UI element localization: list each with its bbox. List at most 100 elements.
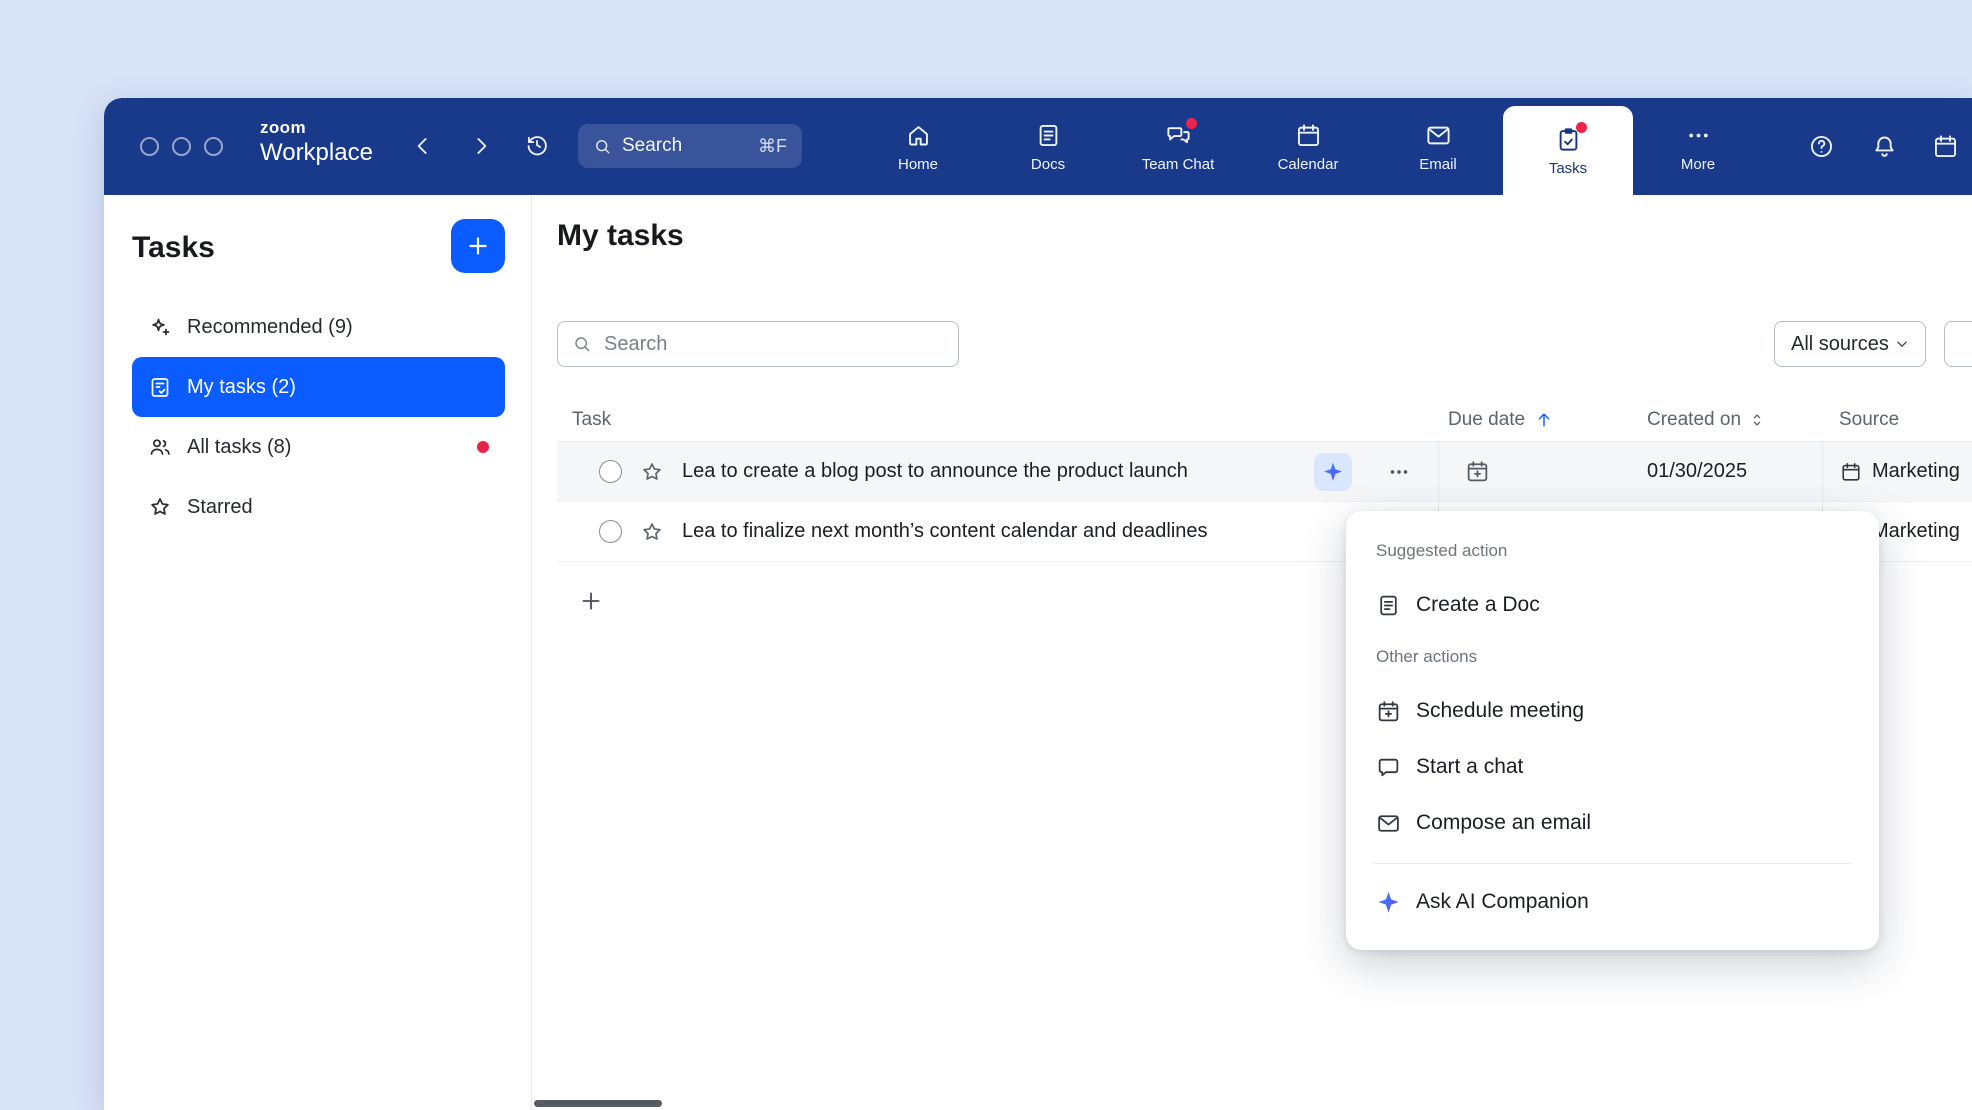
sort-ascending-icon xyxy=(1534,410,1554,430)
notifications-button[interactable] xyxy=(1871,133,1898,160)
nav-docs[interactable]: Docs xyxy=(983,98,1113,195)
top-bar: zoom Workplace Search ⌘F Home xyxy=(104,98,1972,195)
star-icon[interactable] xyxy=(640,460,664,484)
history-icon xyxy=(524,132,550,158)
people-icon xyxy=(148,435,172,459)
help-icon xyxy=(1808,133,1835,160)
sparkle-icon xyxy=(148,315,172,339)
global-search[interactable]: Search ⌘F xyxy=(578,124,802,168)
sidebar-item-starred[interactable]: Starred xyxy=(132,477,505,537)
calendar-plus-icon xyxy=(1376,699,1401,724)
menu-create-doc[interactable]: Create a Doc xyxy=(1346,577,1879,633)
complete-task-checkbox[interactable] xyxy=(599,520,622,543)
workplace-wordmark: Workplace xyxy=(260,141,373,165)
window-control-minimize[interactable] xyxy=(172,137,191,156)
window-control-maximize[interactable] xyxy=(204,137,223,156)
menu-start-chat[interactable]: Start a chat xyxy=(1346,739,1879,795)
help-button[interactable] xyxy=(1808,133,1835,160)
nav-calendar[interactable]: Calendar xyxy=(1243,98,1373,195)
sources-filter[interactable]: All sources xyxy=(1774,321,1926,367)
task-list-icon xyxy=(148,375,172,399)
task-title[interactable]: Lea to create a blog post to announce th… xyxy=(682,460,1296,483)
calendar-icon xyxy=(1840,461,1862,483)
sidebar-title: Tasks xyxy=(132,219,505,265)
forward-button[interactable] xyxy=(468,133,494,159)
clipped-filter-control[interactable] xyxy=(1944,321,1972,367)
menu-ask-ai-companion[interactable]: Ask AI Companion xyxy=(1346,874,1879,930)
nav-more-label: More xyxy=(1681,156,1715,173)
sidebar-header: Tasks xyxy=(132,219,505,283)
team-chat-badge xyxy=(1186,118,1197,129)
star-icon xyxy=(148,495,172,519)
row-more-button[interactable] xyxy=(1386,459,1412,485)
doc-icon xyxy=(1376,593,1401,618)
email-icon xyxy=(1376,811,1401,836)
table-header-row: Task Due date Created on Source xyxy=(557,398,1972,442)
nav-docs-label: Docs xyxy=(1031,156,1065,173)
due-date-cell[interactable] xyxy=(1438,442,1628,501)
zoom-logo: zoom xyxy=(260,119,373,136)
home-icon xyxy=(905,122,932,149)
window-control-close[interactable] xyxy=(140,137,159,156)
history-button[interactable] xyxy=(524,132,550,158)
task-search-input[interactable] xyxy=(602,332,944,357)
app-brand: zoom Workplace xyxy=(260,119,373,165)
more-icon xyxy=(1685,122,1712,149)
horizontal-scrollbar[interactable] xyxy=(534,1100,662,1107)
task-row[interactable]: Lea to create a blog post to announce th… xyxy=(557,442,1972,502)
nav-team-chat[interactable]: Team Chat xyxy=(1113,98,1243,195)
mini-calendar-button[interactable] xyxy=(1932,133,1959,160)
email-icon xyxy=(1425,122,1452,149)
add-task-button[interactable] xyxy=(578,588,604,614)
chat-icon xyxy=(1376,755,1401,780)
nav-home-label: Home xyxy=(898,156,938,173)
tasks-sidebar: Tasks Recommended (9) My tasks (2) xyxy=(104,195,532,1110)
zoom-workplace-window: zoom Workplace Search ⌘F Home xyxy=(104,98,1972,1110)
chevron-left-icon xyxy=(410,133,436,159)
menu-schedule-meeting[interactable]: Schedule meeting xyxy=(1346,683,1879,739)
nav-tasks-label: Tasks xyxy=(1549,160,1587,177)
menu-section-label: Suggested action xyxy=(1346,535,1879,567)
complete-task-checkbox[interactable] xyxy=(599,460,622,483)
chevron-right-icon xyxy=(468,133,494,159)
plus-icon xyxy=(465,233,491,259)
back-button[interactable] xyxy=(410,133,436,159)
plus-icon xyxy=(578,588,604,614)
bell-icon xyxy=(1871,133,1898,160)
menu-compose-email[interactable]: Compose an email xyxy=(1346,795,1879,851)
sort-icon xyxy=(1748,411,1766,429)
ai-actions-button[interactable] xyxy=(1314,453,1352,491)
sidebar-item-all-tasks[interactable]: All tasks (8) xyxy=(132,417,505,477)
all-tasks-badge xyxy=(477,441,489,453)
header-task[interactable]: Task xyxy=(557,409,1438,431)
sidebar-item-recommended[interactable]: Recommended (9) xyxy=(132,297,505,357)
task-search[interactable] xyxy=(557,321,959,367)
calendar-icon xyxy=(1932,133,1959,160)
search-icon xyxy=(593,137,612,156)
nav-home[interactable]: Home xyxy=(853,98,983,195)
star-icon[interactable] xyxy=(640,520,664,544)
window-controls xyxy=(140,137,223,156)
suggested-actions-menu: Suggested action Create a Doc Other acti… xyxy=(1346,511,1879,950)
nav-more[interactable]: More xyxy=(1633,98,1763,195)
ai-companion-icon xyxy=(1376,890,1401,915)
ai-companion-icon xyxy=(1322,461,1344,483)
sidebar-item-my-tasks[interactable]: My tasks (2) xyxy=(132,357,505,417)
page-title: My tasks xyxy=(557,219,684,253)
sidebar-item-label: My tasks (2) xyxy=(187,376,296,399)
sidebar-item-label: Recommended (9) xyxy=(187,316,353,339)
sidebar-list: Recommended (9) My tasks (2) All tasks (… xyxy=(132,297,505,537)
nav-email[interactable]: Email xyxy=(1373,98,1503,195)
sidebar-item-label: All tasks (8) xyxy=(187,436,291,459)
tasks-icon xyxy=(1555,126,1582,153)
nav-tasks[interactable]: Tasks xyxy=(1503,106,1633,195)
nav-calendar-label: Calendar xyxy=(1278,156,1339,173)
new-task-button[interactable] xyxy=(451,219,505,273)
team-chat-icon xyxy=(1165,122,1192,149)
calendar-plus-icon xyxy=(1465,459,1490,484)
header-due-date[interactable]: Due date xyxy=(1438,409,1628,431)
header-created-on[interactable]: Created on xyxy=(1628,409,1822,431)
created-on-cell: 01/30/2025 xyxy=(1628,442,1822,501)
task-title[interactable]: Lea to finalize next month’s content cal… xyxy=(682,520,1412,543)
header-source[interactable]: Source xyxy=(1822,409,1972,431)
